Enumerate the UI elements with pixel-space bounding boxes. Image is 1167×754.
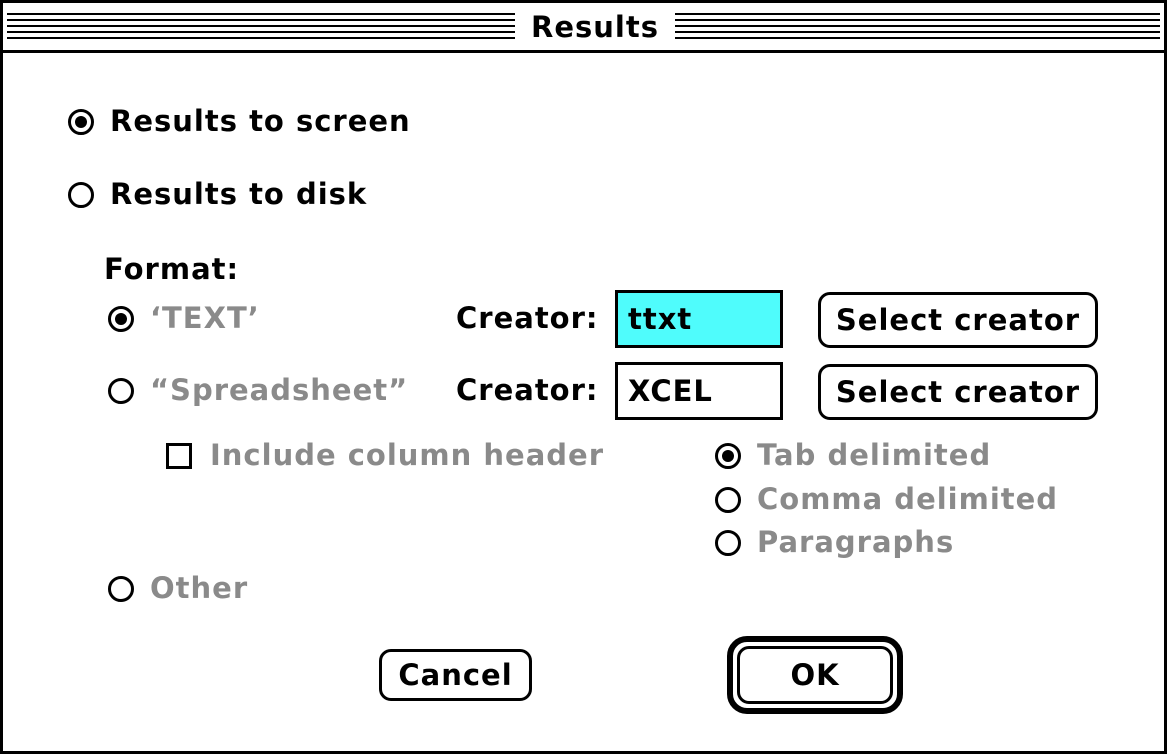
comma-delimited-radio[interactable] [715, 487, 741, 513]
text-creator-field[interactable]: ttxt [615, 290, 783, 348]
text-creator-label: Creator: [456, 301, 599, 335]
results-dialog: Results Results to screen Results to dis… [0, 0, 1167, 754]
include-column-header-label[interactable]: Include column header [210, 437, 604, 473]
select-creator-button-spreadsheet[interactable]: Select creator [818, 364, 1098, 420]
results-to-disk-label[interactable]: Results to disk [110, 176, 367, 212]
window-title: Results [515, 9, 675, 45]
spreadsheet-format-radio[interactable] [108, 378, 134, 404]
results-to-screen-label[interactable]: Results to screen [110, 103, 411, 139]
title-bar[interactable]: Results [3, 3, 1164, 53]
paragraphs-label[interactable]: Paragraphs [757, 524, 954, 560]
text-format-label[interactable]: ‘TEXT’ [150, 300, 260, 336]
spreadsheet-format-label[interactable]: “Spreadsheet” [150, 372, 408, 408]
results-to-screen-radio[interactable] [68, 109, 94, 135]
tab-delimited-label[interactable]: Tab delimited [757, 437, 991, 473]
other-format-label[interactable]: Other [150, 570, 248, 606]
comma-delimited-label[interactable]: Comma delimited [757, 481, 1058, 517]
paragraphs-radio[interactable] [715, 530, 741, 556]
cancel-button[interactable]: Cancel [379, 649, 532, 701]
results-to-disk-radio[interactable] [68, 182, 94, 208]
tab-delimited-radio[interactable] [715, 443, 741, 469]
include-column-header-checkbox[interactable] [166, 443, 192, 469]
text-format-radio[interactable] [108, 306, 134, 332]
spreadsheet-creator-label: Creator: [456, 373, 599, 407]
spreadsheet-creator-field[interactable]: XCEL [615, 362, 783, 420]
format-heading: Format: [104, 252, 240, 286]
other-format-radio[interactable] [108, 576, 134, 602]
ok-button[interactable]: OK [737, 646, 893, 704]
select-creator-button-text[interactable]: Select creator [818, 292, 1098, 348]
